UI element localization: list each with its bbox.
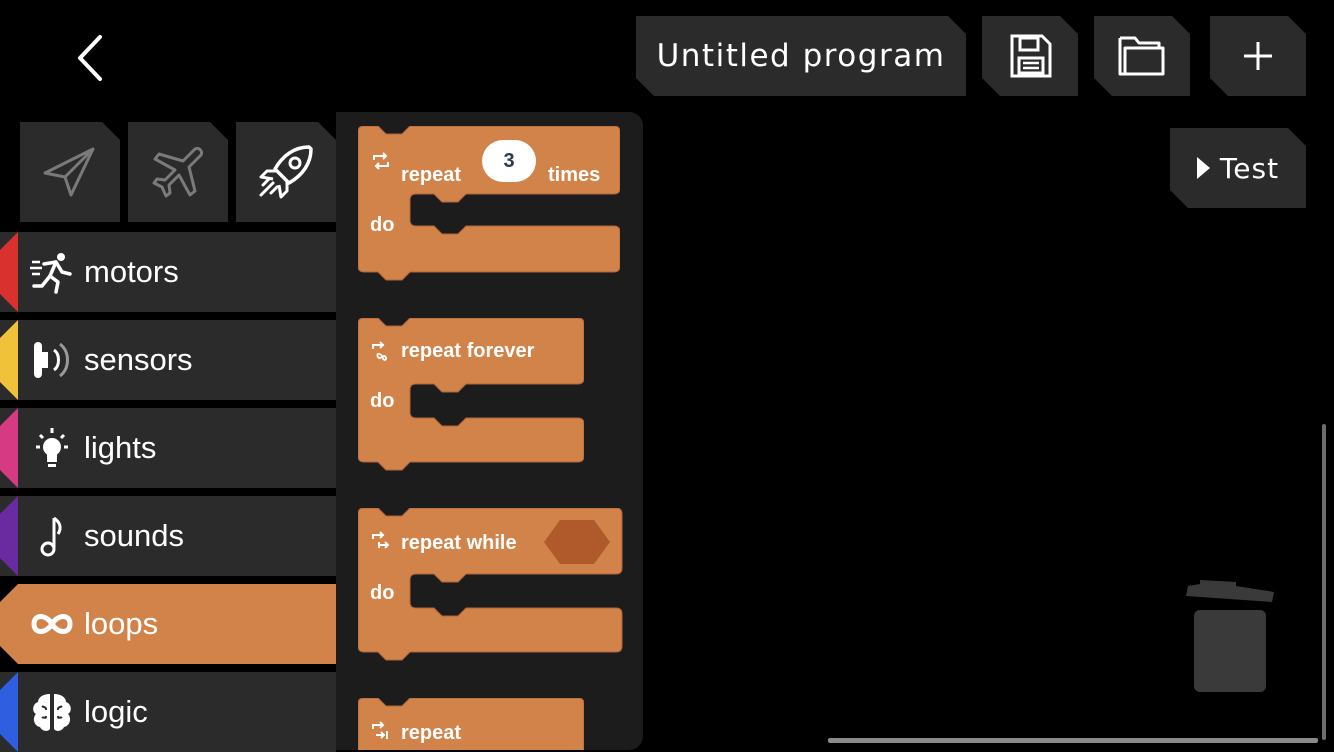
repeat-times-block[interactable]: repeat 3 times do [358, 126, 620, 286]
lightbulb-icon [30, 426, 74, 470]
category-color-stripe [0, 408, 18, 488]
repeat-until-label: repeat [401, 722, 462, 744]
rocket-icon [255, 141, 317, 203]
test-button-label: Test [1219, 151, 1280, 185]
category-color-stripe [0, 672, 18, 752]
new-program-button[interactable] [1210, 16, 1306, 96]
category-sounds[interactable]: sounds [0, 496, 336, 576]
repeat-until-block[interactable]: repeat [358, 698, 584, 750]
sprite-airplane[interactable] [128, 122, 228, 222]
category-label: logic [84, 694, 148, 729]
folder-icon [1117, 34, 1167, 78]
category-sensors[interactable]: sensors [0, 320, 336, 400]
sprite-paper-plane[interactable] [20, 122, 120, 222]
category-color-stripe [0, 232, 18, 312]
category-label: lights [84, 430, 157, 465]
block-flyout: repeat 3 times do repeat forever do repe… [336, 112, 643, 750]
brain-icon [30, 690, 74, 734]
category-label: motors [84, 254, 179, 289]
category-label: sensors [84, 342, 193, 377]
save-button[interactable] [982, 16, 1078, 96]
loop-forever-icon [372, 341, 387, 361]
times-label: times [548, 164, 601, 186]
chevron-left-icon [78, 35, 102, 81]
sprite-rocket[interactable] [236, 122, 336, 222]
do-label: do [370, 214, 395, 236]
category-color-stripe [0, 320, 18, 400]
open-folder-button[interactable] [1094, 16, 1190, 96]
category-lights[interactable]: lights [0, 408, 336, 488]
repeat-count-value: 3 [503, 149, 515, 172]
repeat-while-block[interactable]: repeat while do [358, 508, 624, 668]
trash-can[interactable] [1186, 580, 1276, 696]
vertical-scrollbar[interactable] [1322, 424, 1326, 740]
repeat-forever-label: repeat forever [401, 340, 535, 362]
repeat-label: repeat [401, 164, 462, 186]
do-label: do [370, 582, 395, 604]
trash-icon [1186, 580, 1274, 692]
infinity-icon [30, 602, 74, 646]
test-button[interactable]: Test [1170, 128, 1306, 208]
airplane-icon [149, 143, 207, 201]
repeat-while-label: repeat while [401, 532, 517, 554]
category-label: sounds [84, 518, 184, 553]
plus-icon [1240, 38, 1276, 74]
loop-until-icon [372, 721, 388, 739]
loop-while-icon [372, 531, 390, 549]
category-motors[interactable]: motors [0, 232, 336, 312]
program-title-label: Untitled program [656, 38, 946, 74]
category-color-stripe [0, 496, 18, 576]
paper-plane-icon [41, 143, 99, 201]
play-triangle-icon [1197, 157, 1210, 179]
horizontal-scrollbar[interactable] [828, 738, 1318, 743]
loop-arrows-icon [373, 152, 389, 170]
floppy-disk-icon [1006, 32, 1054, 80]
category-loops[interactable]: loops [0, 584, 336, 664]
category-logic[interactable]: logic [0, 672, 336, 752]
back-button[interactable] [60, 30, 120, 86]
repeat-count-input[interactable]: 3 [482, 140, 536, 182]
sensor-icon [30, 338, 74, 382]
program-title[interactable]: Untitled program [636, 16, 966, 96]
category-label: loops [84, 606, 159, 641]
repeat-forever-block[interactable]: repeat forever do [358, 318, 584, 478]
music-note-icon [30, 514, 74, 558]
running-person-icon [30, 250, 74, 294]
do-label: do [370, 390, 395, 412]
